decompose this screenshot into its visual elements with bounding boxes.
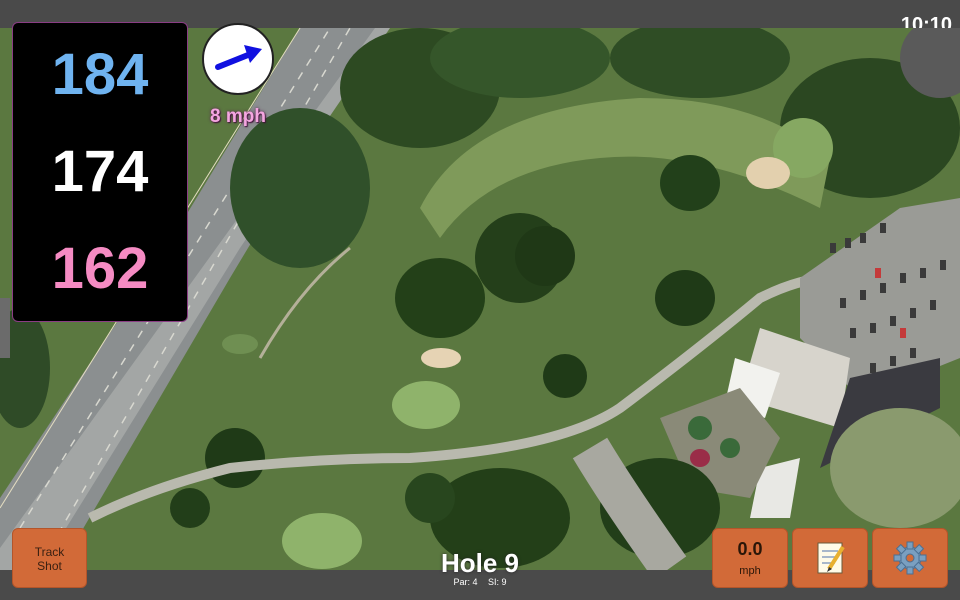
settings-button[interactable]	[872, 528, 948, 588]
front-yardage: 162	[51, 236, 149, 301]
back-yardage: 184	[51, 42, 149, 107]
track-shot-label-line1: Track	[34, 545, 65, 559]
par-label: Par: 4	[453, 577, 478, 587]
wind-speed: 8 mph	[210, 106, 266, 127]
yardage-panel: 184 174 162	[12, 22, 188, 322]
notes-button[interactable]	[792, 528, 868, 588]
speed-unit: mph	[739, 565, 761, 577]
hole-info: Par: 4 SI: 9	[380, 577, 580, 587]
hole-title: Hole 9	[440, 548, 520, 578]
speed-value: 0.0	[737, 539, 763, 559]
wind-direction-arrow-icon	[215, 45, 262, 70]
track-shot-label-line2: Shot	[37, 559, 62, 573]
notepad-icon	[817, 542, 845, 574]
middle-yardage: 174	[51, 139, 149, 204]
speed-button[interactable]: 0.0 mph	[712, 528, 788, 588]
gear-icon	[893, 541, 927, 575]
wind-compass	[202, 23, 274, 95]
stroke-index-label: SI: 9	[488, 577, 507, 587]
track-shot-button[interactable]: Track Shot	[12, 528, 87, 588]
